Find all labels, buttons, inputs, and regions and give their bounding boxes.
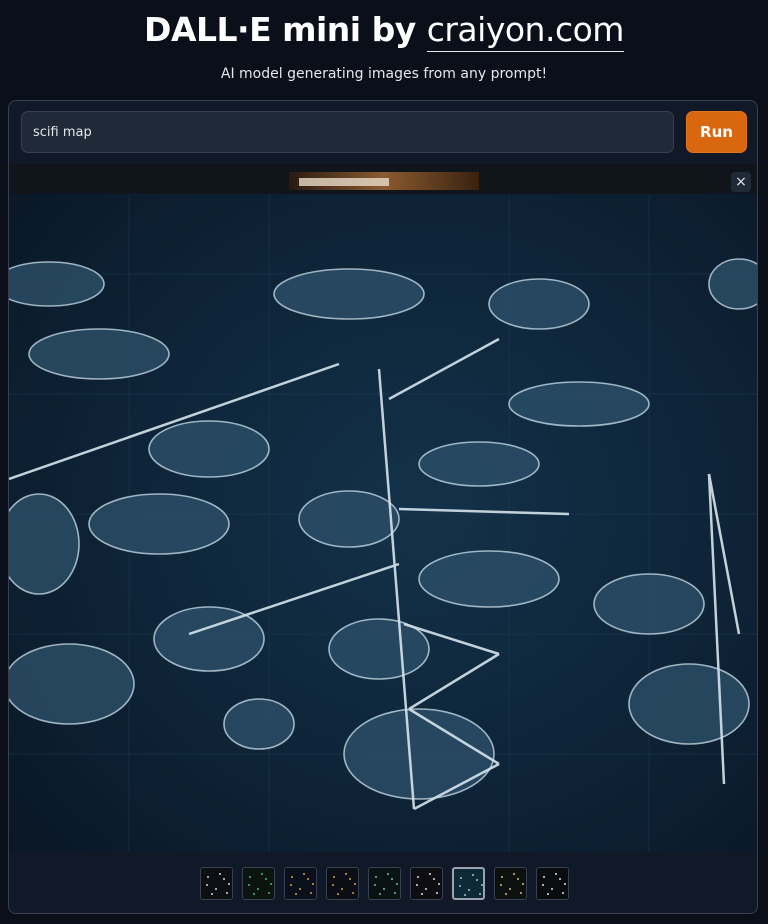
thumbnail-3[interactable] <box>284 867 317 900</box>
thumbnail-8[interactable] <box>494 867 527 900</box>
thumbnail-strip <box>9 852 757 913</box>
prompt-input[interactable] <box>21 111 674 153</box>
app-panel: Run <box>8 100 758 914</box>
page-title: DALL·E mini by craiyon.com <box>0 10 768 52</box>
close-preview-button[interactable]: × <box>731 172 751 192</box>
thumbnail-2[interactable] <box>242 867 275 900</box>
app-header: DALL·E mini by craiyon.com AI model gene… <box>0 0 768 100</box>
thumbnail-5[interactable] <box>368 867 401 900</box>
generated-image-preview[interactable]: × <box>9 164 757 852</box>
title-prefix: DALL·E mini by <box>144 10 427 49</box>
thumbnail-7[interactable] <box>452 867 485 900</box>
run-button[interactable]: Run <box>686 111 747 153</box>
thumbnail-6[interactable] <box>410 867 443 900</box>
thumbnail-9[interactable] <box>536 867 569 900</box>
thumbnail-4[interactable] <box>326 867 359 900</box>
image-gallery: × <box>9 164 757 913</box>
thumbnail-1[interactable] <box>200 867 233 900</box>
page-subtitle: AI model generating images from any prom… <box>220 66 548 82</box>
scifi-map-image <box>9 164 757 852</box>
craiyon-link[interactable]: craiyon.com <box>426 10 624 52</box>
